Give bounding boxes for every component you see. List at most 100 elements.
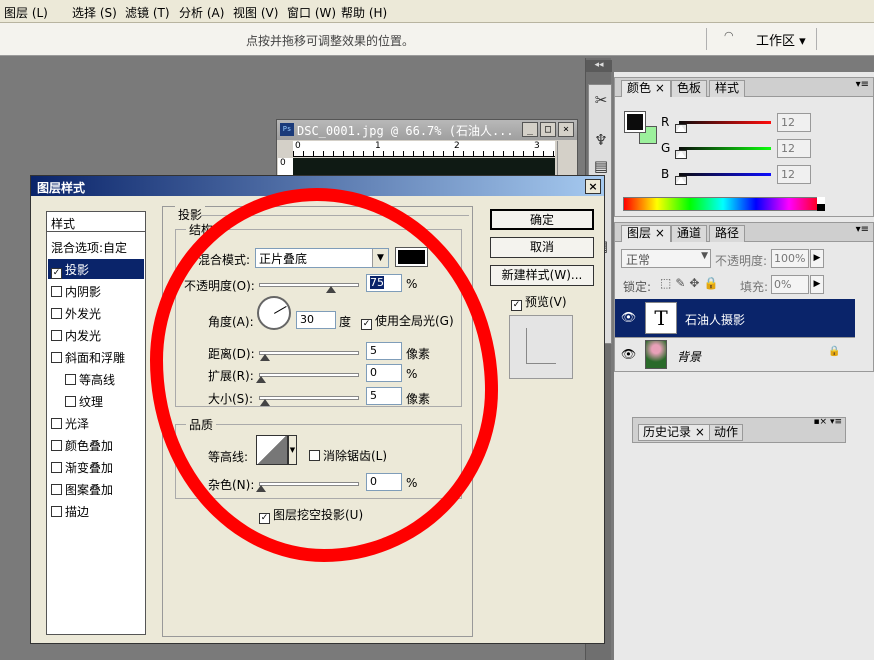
layer-opacity-input[interactable]: 100% — [771, 249, 809, 268]
dialog-close-button[interactable]: × — [585, 179, 601, 194]
checkbox[interactable]: ✓ — [259, 513, 270, 524]
fill-arrow-icon[interactable]: ▶ — [810, 275, 824, 294]
eye-icon[interactable]: 👁 — [621, 347, 636, 361]
green-slider[interactable] — [679, 147, 771, 150]
tab-channels[interactable]: 通道 — [671, 225, 708, 242]
opacity-arrow-icon[interactable]: ▶ — [810, 249, 824, 268]
noise-slider[interactable] — [259, 482, 359, 486]
minimize-button[interactable]: _ — [522, 122, 538, 137]
style-item-bevel-emboss[interactable]: 斜面和浮雕 — [51, 349, 125, 366]
tool-presets-icon[interactable]: ✂ — [591, 89, 611, 111]
checkbox[interactable] — [65, 396, 76, 407]
clone-source-icon[interactable]: ▤ — [591, 155, 611, 177]
opacity-slider[interactable] — [259, 283, 359, 287]
red-value[interactable]: 12 — [777, 113, 811, 132]
green-slider-thumb[interactable] — [675, 150, 687, 159]
distance-slider-thumb[interactable] — [260, 354, 270, 361]
document-title-bar[interactable]: Ps DSC_0001.jpg @ 66.7% (石油人... _ □ × — [277, 120, 577, 140]
layer-name[interactable]: 背景 — [677, 348, 701, 365]
distance-input[interactable]: 5 — [366, 342, 402, 360]
blue-value[interactable]: 12 — [777, 165, 811, 184]
tab-color[interactable]: 颜色 × — [621, 80, 671, 97]
checkbox[interactable] — [51, 418, 62, 429]
checkbox[interactable] — [51, 308, 62, 319]
menu-layer[interactable]: 图层 (L) — [4, 4, 48, 21]
workspace-menu[interactable]: 工作区 ▾ — [756, 30, 806, 49]
bridge-icon[interactable]: ◠ — [724, 29, 734, 42]
green-value[interactable]: 12 — [777, 139, 811, 158]
dialog-title-bar[interactable]: 图层样式 × — [31, 176, 604, 196]
blue-slider-thumb[interactable] — [675, 176, 687, 185]
blue-slider[interactable] — [679, 173, 771, 176]
lock-icons[interactable]: ⬚✎✥🔒 — [660, 276, 722, 290]
checkbox[interactable] — [51, 352, 62, 363]
checkbox[interactable]: ✓ — [511, 300, 522, 311]
checkbox[interactable] — [51, 462, 62, 473]
tab-layers[interactable]: 图层 × — [621, 225, 671, 242]
menu-analysis[interactable]: 分析 (A) — [179, 4, 224, 21]
scrollbar[interactable] — [557, 141, 577, 178]
checkbox[interactable] — [51, 506, 62, 517]
eye-icon[interactable]: 👁 — [621, 310, 636, 324]
spread-slider[interactable] — [259, 373, 359, 377]
tab-swatches[interactable]: 色板 — [671, 80, 708, 97]
angle-dial[interactable] — [257, 296, 291, 330]
brushes-icon[interactable]: ♆ — [591, 129, 611, 151]
contour-picker[interactable] — [256, 435, 288, 465]
style-item-texture[interactable]: 纹理 — [65, 393, 103, 410]
style-item-blending-options[interactable]: 混合选项:自定 — [51, 239, 127, 256]
ok-button[interactable]: 确定 — [490, 209, 594, 230]
size-slider[interactable] — [259, 396, 359, 400]
style-item-inner-glow[interactable]: 内发光 — [51, 327, 101, 344]
style-item-satin[interactable]: 光泽 — [51, 415, 89, 432]
layer-row[interactable]: 👁 T 石油人摄影 — [615, 299, 855, 337]
menu-help[interactable]: 帮助 (H) — [341, 4, 387, 21]
color-ramp[interactable] — [623, 197, 823, 211]
new-style-button[interactable]: 新建样式(W)... — [490, 265, 594, 286]
checkbox[interactable] — [51, 484, 62, 495]
maximize-button[interactable]: □ — [540, 122, 556, 137]
style-item-gradient-overlay[interactable]: 渐变叠加 — [51, 459, 113, 476]
fill-input[interactable]: 0% — [771, 275, 809, 294]
style-item-contour[interactable]: 等高线 — [65, 371, 115, 388]
chevron-down-icon[interactable]: ▼ — [288, 435, 297, 465]
style-item-outer-glow[interactable]: 外发光 — [51, 305, 101, 322]
checkbox[interactable] — [51, 286, 62, 297]
spread-input[interactable]: 0 — [366, 364, 402, 382]
close-button[interactable]: × — [558, 122, 574, 137]
size-slider-thumb[interactable] — [260, 399, 270, 406]
preview-checkbox[interactable]: ✓ 预览(V) — [511, 293, 567, 311]
red-slider-thumb[interactable] — [675, 124, 687, 133]
menu-window[interactable]: 窗口 (W) — [287, 4, 336, 21]
size-input[interactable]: 5 — [366, 387, 402, 405]
opacity-input[interactable]: 75 — [366, 274, 402, 292]
style-item-color-overlay[interactable]: 颜色叠加 — [51, 437, 113, 454]
style-item-drop-shadow[interactable]: ✓ 投影 — [48, 259, 144, 279]
global-light-checkbox[interactable]: ✓ 使用全局光(G) — [361, 312, 454, 330]
noise-input[interactable]: 0 — [366, 473, 402, 491]
collapse-icon[interactable]: ◂◂ — [586, 60, 612, 72]
style-item-pattern-overlay[interactable]: 图案叠加 — [51, 481, 113, 498]
checkbox[interactable] — [51, 330, 62, 341]
cancel-button[interactable]: 取消 — [490, 237, 594, 258]
tab-styles[interactable]: 样式 — [709, 80, 746, 97]
red-slider[interactable] — [679, 121, 771, 124]
menu-select[interactable]: 选择 (S) — [72, 4, 117, 21]
foreground-color-swatch[interactable] — [624, 111, 646, 133]
style-item-inner-shadow[interactable]: 内阴影 — [51, 283, 101, 300]
checkbox[interactable] — [65, 374, 76, 385]
checkbox[interactable] — [51, 440, 62, 451]
checkbox[interactable] — [309, 450, 320, 461]
noise-slider-thumb[interactable] — [256, 485, 266, 492]
tab-paths[interactable]: 路径 — [709, 225, 746, 242]
layer-name[interactable]: 石油人摄影 — [685, 311, 745, 328]
layer-row[interactable]: 👁 背景 🔒 — [615, 337, 855, 371]
checkbox[interactable]: ✓ — [51, 268, 62, 279]
blend-mode-select[interactable]: 正片叠底 ▼ — [255, 248, 389, 268]
black-white-ramp[interactable] — [817, 197, 825, 211]
menu-filter[interactable]: 滤镜 (T) — [125, 4, 170, 21]
tab-history[interactable]: 历史记录 × — [638, 424, 710, 441]
menu-view[interactable]: 视图 (V) — [233, 4, 278, 21]
tab-actions[interactable]: 动作 — [709, 424, 744, 441]
knockout-checkbox[interactable]: ✓ 图层挖空投影(U) — [259, 506, 363, 524]
